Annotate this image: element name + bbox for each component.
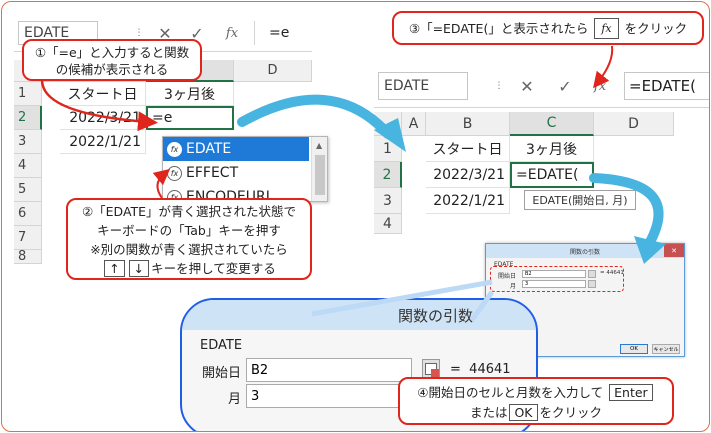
fx-key-icon: fx: [594, 17, 619, 39]
up-arrow-key: ↑: [104, 260, 125, 277]
callout-step1: ①「=e」と入力すると関数 の候補が表示される: [22, 39, 202, 81]
blue-arrow-2: [589, 173, 664, 247]
down-arrow-key: ↓: [128, 260, 150, 277]
blue-arrow-4: [469, 290, 495, 322]
red-arrow-2: [152, 168, 171, 199]
callout-step2: ②「EDATE」が青く選択された状態で キーボードの「Tab」キーを押す ※別の…: [66, 198, 312, 280]
callout-step4: ④開始日のセルと月数を入力して Enter または OK をクリック: [398, 377, 674, 425]
ok-key: OK: [509, 404, 538, 421]
enter-key: Enter: [609, 384, 653, 401]
tutorial-frame: EDATE ⋮ ✕ ✓ fx =e A B C D 1 2 3 4 5 6 7 …: [1, 1, 710, 432]
blue-arrow-1: [237, 94, 393, 139]
red-arrow-1: [40, 79, 158, 132]
blue-arrow-3: [311, 279, 493, 317]
red-arrow-3: [593, 45, 614, 89]
callout-step3: ③「=EDATE(」と表示されたら fx をクリック: [392, 11, 704, 45]
